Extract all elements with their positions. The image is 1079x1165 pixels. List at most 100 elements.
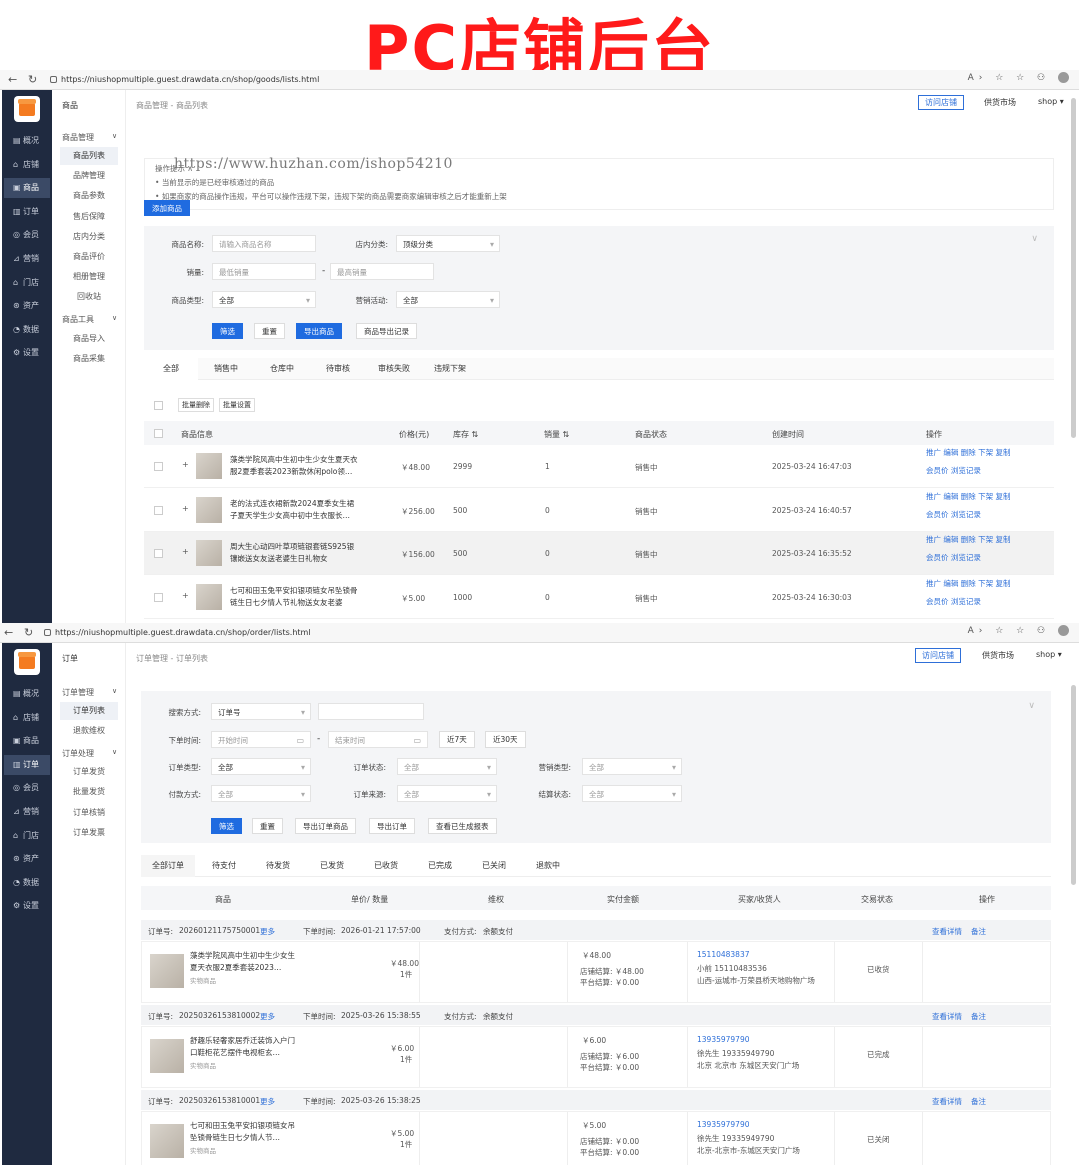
search-type-select[interactable]: 订单号 (211, 703, 311, 721)
order-type-select[interactable]: 全部 (211, 758, 311, 776)
sidebar-item[interactable]: ⌂ 门店 (4, 273, 50, 293)
user-menu[interactable]: shop ▾ (1038, 97, 1064, 106)
row-actions-line1[interactable]: 推广 编辑 删除 下架 复制 (926, 531, 1011, 549)
submenu-item[interactable]: 商品评价 (60, 248, 118, 266)
goods-name[interactable]: 七可和田玉兔平安扣银项链女吊坠锁骨链生日七夕情人节礼物送女友老婆 (230, 585, 360, 611)
visit-shop-button[interactable]: 访问店铺 (915, 648, 961, 663)
export-record-button[interactable]: 商品导出记录 (356, 323, 417, 339)
view-detail-link[interactable]: 查看详情 (932, 1096, 962, 1107)
type-select[interactable]: 全部 (212, 291, 316, 309)
row-actions-line1[interactable]: 推广 编辑 删除 下架 复制 (926, 575, 1011, 593)
sidebar-item[interactable]: ⌂ 门店 (4, 826, 50, 846)
row-actions-line2[interactable]: 会员价 浏览记录 (926, 506, 1011, 524)
expand-icon[interactable]: + (182, 547, 189, 556)
sidebar-item[interactable]: ⌂ 店铺 (4, 155, 50, 175)
filter-button[interactable]: 筛选 (212, 323, 243, 339)
buyer-phone[interactable]: 15110483837 (697, 950, 750, 959)
sidebar-item[interactable]: ◎ 会员 (4, 225, 50, 245)
submenu-group-goods[interactable]: 商品管理 ∨ (62, 132, 117, 143)
tab-order-status[interactable]: 全部订单 (141, 855, 195, 877)
last-7-days-button[interactable]: 近7天 (439, 731, 475, 748)
header-checkbox[interactable] (154, 429, 163, 438)
supply-market-link[interactable]: 供货市场 (984, 97, 1016, 108)
row-checkbox[interactable] (154, 549, 163, 558)
sidebar-item[interactable]: ▤ 概况 (4, 684, 50, 704)
row-checkbox[interactable] (154, 505, 163, 515)
note-link[interactable]: 备注 (971, 1011, 986, 1022)
submenu-group-order-proc[interactable]: 订单处理 ∨ (62, 748, 117, 759)
sidebar-item[interactable]: ⚙ 设置 (4, 896, 50, 916)
tab-order-status[interactable]: 已完成 (413, 855, 467, 877)
sidebar-item[interactable]: ▤ 概况 (4, 131, 50, 151)
expand-icon[interactable]: + (182, 591, 189, 600)
submenu-item[interactable]: 品牌管理 (60, 167, 118, 185)
tab-all[interactable]: 全部 (144, 358, 198, 380)
add-goods-button[interactable]: 添加商品 (144, 200, 190, 216)
back-icon[interactable]: ← (4, 626, 13, 639)
submenu-item[interactable]: 订单列表 (60, 702, 118, 720)
browser-icons[interactable]: A› ☆ ☆ ⚇ (968, 625, 1069, 636)
sidebar-item[interactable]: ▣ 商品 (4, 731, 50, 751)
sidebar-item[interactable]: ⌂ 店铺 (4, 708, 50, 728)
order-goods-name[interactable]: 舒趣乐轻奢家居乔迁装饰入户门口鞋柜花艺摆件电视柜玄… (190, 1035, 298, 1059)
row-actions-line2[interactable]: 会员价 浏览记录 (926, 462, 1011, 480)
scrollbar[interactable] (1071, 98, 1076, 438)
batch-delete-button[interactable]: 批量删除 (178, 398, 214, 412)
export-order-goods-button[interactable]: 导出订单商品 (295, 818, 356, 834)
marketing-type-select[interactable]: 全部 (582, 758, 682, 776)
tab-order-status[interactable]: 已发货 (305, 855, 359, 877)
search-input[interactable] (318, 703, 424, 720)
tab-order-status[interactable]: 退款中 (521, 855, 575, 877)
sales-max-input[interactable]: 最高销量 (330, 263, 434, 280)
goods-name-input[interactable]: 请输入商品名称 (212, 235, 316, 252)
start-time-input[interactable]: 开始时间 (211, 731, 311, 749)
buyer-phone[interactable]: 13935979790 (697, 1035, 750, 1044)
settlement-select[interactable]: 全部 (582, 785, 682, 803)
view-reports-button[interactable]: 查看已生成报表 (428, 818, 497, 834)
row-actions-line1[interactable]: 推广 编辑 删除 下架 复制 (926, 488, 1011, 506)
view-detail-link[interactable]: 查看详情 (932, 1011, 962, 1022)
export-goods-button[interactable]: 导出商品 (296, 323, 342, 339)
reset-button[interactable]: 重置 (252, 818, 283, 834)
sales-min-input[interactable]: 最低销量 (212, 263, 316, 280)
end-time-input[interactable]: 结束时间 (328, 731, 428, 749)
submenu-item[interactable]: 售后保障 (60, 208, 118, 226)
tab-pending[interactable]: 待审核 (310, 358, 366, 380)
sidebar-item[interactable]: ⚙ 设置 (4, 343, 50, 363)
row-actions[interactable]: 推广 编辑 删除 下架 复制 会员价 浏览记录 (926, 531, 1011, 567)
row-checkbox[interactable] (154, 592, 163, 602)
submenu-item[interactable]: 订单核销 (60, 804, 118, 822)
sidebar-item[interactable]: ▥ 订单 (4, 202, 50, 222)
row-actions[interactable]: 推广 编辑 删除 下架 复制 会员价 浏览记录 (926, 444, 1011, 480)
col-stock[interactable]: 库存 ⇅ (453, 429, 478, 440)
filter-button[interactable]: 筛选 (211, 818, 242, 834)
expand-icon[interactable]: + (182, 504, 189, 513)
browser-icons[interactable]: A› ☆ ☆ ⚇ (968, 72, 1069, 83)
category-select[interactable]: 顶级分类 (396, 235, 500, 253)
export-orders-button[interactable]: 导出订单 (369, 818, 415, 834)
submenu-item[interactable]: 订单发货 (60, 763, 118, 781)
supply-market-link[interactable]: 供货市场 (982, 650, 1014, 661)
row-actions[interactable]: 推广 编辑 删除 下架 复制 会员价 浏览记录 (926, 488, 1011, 524)
sidebar-item[interactable]: ▥ 订单 (4, 754, 50, 775)
tab-on-sale[interactable]: 销售中 (198, 358, 254, 380)
order-more-link[interactable]: 更多 (260, 926, 275, 937)
sidebar-item[interactable]: ⊛ 资产 (4, 849, 50, 869)
submenu-group-order-mgmt[interactable]: 订单管理 ∨ (62, 687, 117, 698)
submenu-item[interactable]: 店内分类 (60, 228, 118, 246)
back-icon[interactable]: ← (8, 73, 17, 86)
tab-failed[interactable]: 审核失败 (366, 358, 422, 380)
reload-icon[interactable]: ↻ (28, 73, 37, 86)
tab-order-status[interactable]: 待发货 (251, 855, 305, 877)
promo-select[interactable]: 全部 (396, 291, 500, 309)
goods-name[interactable]: 藻类学院风高中生初中生少女生夏天衣服2夏季套装2023新款休闲polo领… (230, 454, 360, 480)
note-link[interactable]: 备注 (971, 1096, 986, 1107)
visit-shop-button[interactable]: 访问店铺 (918, 95, 964, 110)
row-actions-line2[interactable]: 会员价 浏览记录 (926, 593, 1011, 611)
avatar[interactable] (1058, 625, 1069, 636)
url-field[interactable]: https://niushopmultiple.guest.drawdata.c… (44, 626, 311, 640)
row-actions-line1[interactable]: 推广 编辑 删除 下架 复制 (926, 444, 1011, 462)
goods-name[interactable]: 老的法式连衣裙新款2024夏季女生裙子夏天学生少女高中初中生衣服长… (230, 498, 360, 524)
sidebar-item[interactable]: ◔ 数据 (4, 320, 50, 340)
buyer-phone[interactable]: 13935979790 (697, 1120, 750, 1129)
